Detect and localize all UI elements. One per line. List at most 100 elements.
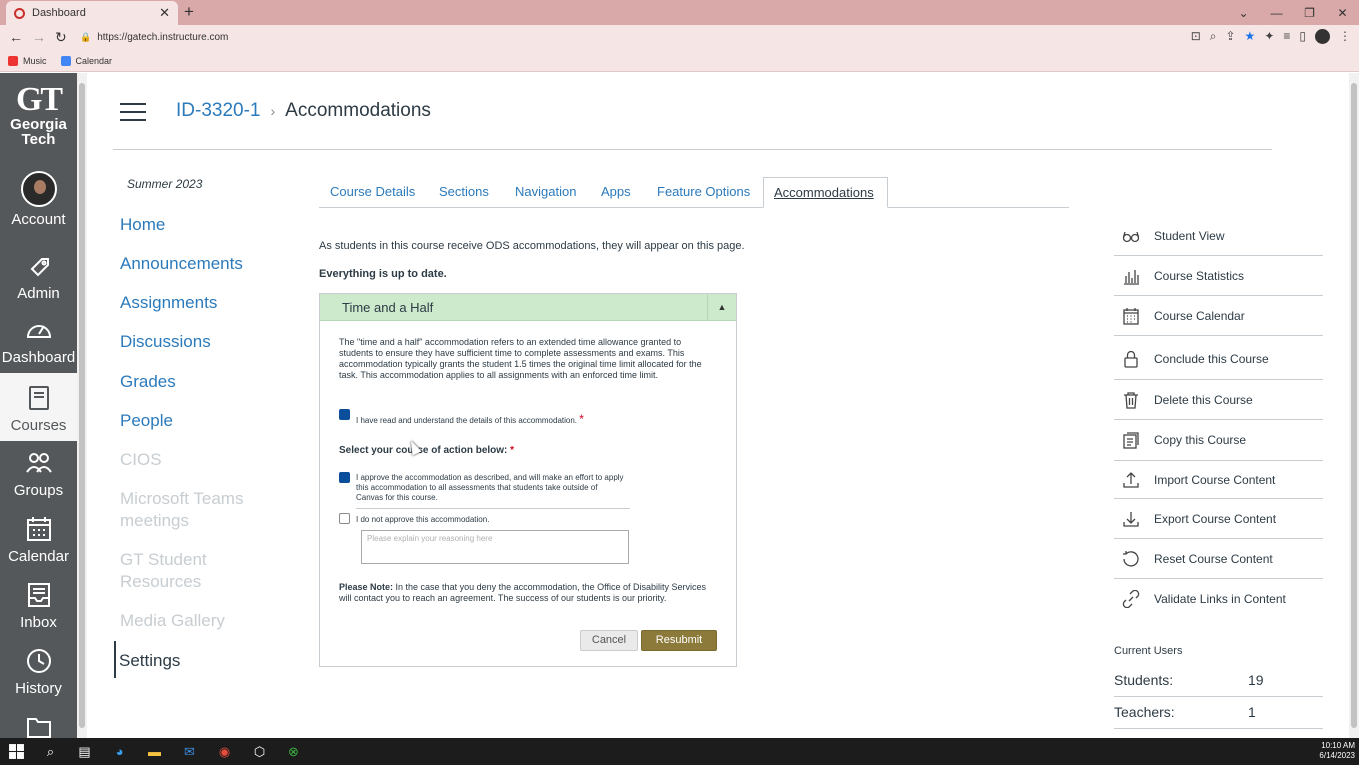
global-navigation: GT Georgia Tech Account Admin Dashboard …	[0, 73, 77, 738]
windows-start-icon[interactable]	[8, 743, 25, 760]
search-icon[interactable]: ⌕	[42, 743, 59, 760]
delete-course-button[interactable]: Delete this Course	[1114, 380, 1323, 420]
reasoning-textarea[interactable]: Please explain your reasoning here	[361, 530, 629, 564]
page-scrollbar[interactable]	[1349, 73, 1359, 738]
conclude-course-button[interactable]: Conclude this Course	[1114, 338, 1323, 380]
resubmit-button[interactable]: Resubmit	[641, 630, 717, 651]
students-count-row: Students: 19	[1114, 666, 1323, 697]
course-nav-grades[interactable]: Grades	[120, 371, 176, 393]
course-nav-home[interactable]: Home	[120, 214, 165, 236]
course-nav-microsoft-teams[interactable]: Microsoft Teams meetings	[120, 488, 270, 532]
url-field[interactable]: 🔒 https://gatech.instructure.com	[80, 28, 1240, 47]
mail-icon[interactable]: ✉	[181, 743, 198, 760]
extensions-icon[interactable]: ✦	[1264, 29, 1274, 44]
copy-course-button[interactable]: Copy this Course	[1114, 420, 1323, 461]
tab-sections[interactable]: Sections	[439, 184, 489, 199]
export-course-content-button[interactable]: Export Course Content	[1114, 499, 1323, 539]
tab-search-icon[interactable]: ⌄	[1227, 6, 1260, 20]
url-text: https://gatech.instructure.com	[97, 32, 229, 43]
option-divider	[356, 508, 630, 509]
browser-tab[interactable]: Dashboard ✕	[6, 1, 178, 25]
new-tab-button[interactable]: +	[184, 2, 194, 22]
global-nav-account-label: Account	[11, 211, 66, 228]
collapse-arrow-icon[interactable]: ▲	[707, 294, 736, 320]
course-term: Summer 2023	[127, 177, 203, 191]
global-nav-account[interactable]: Account	[0, 171, 77, 228]
tab-accommodations[interactable]: Accommodations	[763, 177, 888, 208]
course-menu-button[interactable]	[120, 103, 146, 121]
global-nav-groups[interactable]: Groups	[0, 448, 77, 499]
global-nav-history[interactable]: History	[0, 646, 77, 697]
course-nav-discussions[interactable]: Discussions	[120, 331, 211, 353]
course-nav-announcements[interactable]: Announcements	[120, 253, 243, 275]
edge-icon[interactable]: ◕	[111, 743, 128, 760]
acknowledge-checkbox[interactable]	[339, 409, 350, 420]
task-view-icon[interactable]: ▤	[76, 743, 93, 760]
install-app-icon[interactable]: ⊡	[1191, 29, 1201, 44]
course-nav-gt-student-resources[interactable]: GT Student Resources	[120, 549, 240, 593]
left-scrollbar-thumb[interactable]	[79, 83, 85, 728]
bookmark-calendar-label: Calendar	[75, 55, 113, 66]
conclude-course-label: Conclude this Course	[1154, 351, 1269, 366]
reset-course-content-button[interactable]: Reset Course Content	[1114, 539, 1323, 579]
reading-list-icon[interactable]: ≡	[1283, 29, 1290, 44]
side-panel-icon[interactable]: ▯	[1299, 29, 1306, 44]
course-calendar-link[interactable]: Course Calendar	[1114, 296, 1323, 336]
chrome-icon[interactable]: ◉	[216, 743, 233, 760]
zoom-icon[interactable]: ⌕	[1210, 29, 1217, 44]
tab-apps[interactable]: Apps	[601, 184, 631, 199]
cancel-button[interactable]: Cancel	[580, 630, 638, 651]
course-nav-assignments[interactable]: Assignments	[120, 292, 217, 314]
tab-feature-options[interactable]: Feature Options	[657, 184, 750, 199]
bookmark-music[interactable]: Music	[8, 55, 47, 66]
course-nav-people[interactable]: People	[120, 410, 173, 432]
reload-button[interactable]: ↻	[55, 29, 67, 46]
global-nav-inbox-label: Inbox	[20, 614, 57, 631]
please-note-text: In the case that you deny the accommodat…	[339, 582, 707, 603]
forward-button[interactable]: →	[32, 29, 46, 45]
bookmark-calendar[interactable]: Calendar	[60, 55, 113, 66]
georgia-tech-logo[interactable]: GT Georgia Tech	[0, 81, 77, 148]
left-scrollbar[interactable]	[77, 73, 87, 738]
people-icon	[25, 453, 52, 473]
logo-letters: GT	[15, 81, 63, 118]
global-nav-admin[interactable]: Admin	[0, 251, 77, 302]
back-button[interactable]: ←	[9, 29, 23, 45]
course-nav-settings[interactable]: Settings	[119, 650, 180, 672]
page-scrollbar-thumb[interactable]	[1351, 83, 1357, 728]
close-window-button[interactable]: ✕	[1326, 6, 1359, 20]
menu-dots-icon[interactable]: ⋮	[1339, 29, 1351, 44]
minimize-button[interactable]: —	[1260, 6, 1293, 20]
global-nav-courses[interactable]: Courses	[0, 373, 77, 441]
student-view-button[interactable]: Student View	[1114, 216, 1323, 256]
xbox-icon[interactable]: ⊗	[285, 743, 302, 760]
profile-avatar-icon[interactable]	[1315, 29, 1330, 44]
course-nav-media-gallery[interactable]: Media Gallery	[120, 610, 225, 632]
speedometer-icon	[26, 325, 51, 338]
global-nav-inbox[interactable]: Inbox	[0, 580, 77, 631]
delete-course-label: Delete this Course	[1154, 392, 1253, 407]
course-statistics-link[interactable]: Course Statistics	[1114, 256, 1323, 296]
tab-navigation[interactable]: Navigation	[515, 184, 576, 199]
approve-checkbox[interactable]	[339, 472, 350, 483]
course-nav-cios[interactable]: CIOS	[120, 449, 162, 471]
app-cube-icon[interactable]: ⬡	[251, 743, 268, 760]
course-of-action-label: Select your course of action below: *	[339, 445, 514, 456]
avatar	[20, 171, 57, 207]
maximize-button[interactable]: ❐	[1293, 6, 1326, 20]
global-nav-calendar[interactable]: Calendar	[0, 514, 77, 565]
deny-checkbox[interactable]	[339, 513, 350, 524]
global-nav-dashboard[interactable]: Dashboard	[0, 315, 77, 366]
validate-links-button[interactable]: Validate Links in Content	[1114, 579, 1323, 619]
breadcrumb-course-link[interactable]: ID-3320-1	[176, 100, 261, 122]
accommodation-panel-header[interactable]: Time and a Half ▲	[320, 294, 736, 321]
import-course-content-button[interactable]: Import Course Content	[1114, 461, 1323, 499]
accommodation-panel: Time and a Half ▲ The "time and a half" …	[319, 293, 737, 667]
bookmark-star-icon[interactable]: ★	[1245, 29, 1256, 44]
logo-line1: Georgia	[10, 116, 67, 133]
close-tab-icon[interactable]: ✕	[159, 5, 170, 21]
file-explorer-icon[interactable]: ▬	[146, 743, 163, 760]
tab-course-details[interactable]: Course Details	[330, 184, 415, 199]
taskbar-clock[interactable]: 10:10 AM 6/14/2023	[1319, 741, 1355, 761]
share-icon[interactable]: ⇪	[1225, 29, 1235, 44]
